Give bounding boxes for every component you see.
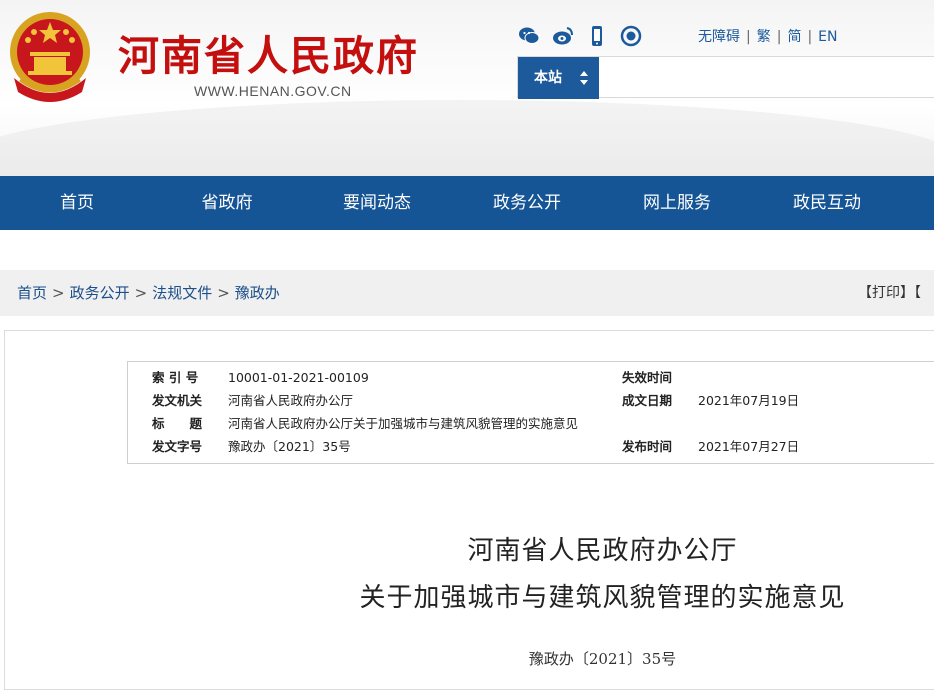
site-name: 河南省人民政府 (118, 32, 419, 80)
docno-label: 发文字号 (152, 439, 203, 454)
traditional-chinese-link[interactable]: 繁 (757, 29, 771, 45)
separator: | (746, 29, 751, 45)
breadcrumb-separator: > (217, 284, 230, 302)
metadata-row: 标 题 河南省人民政府办公厅关于加强城市与建筑风貌管理的实施意见 (128, 412, 934, 435)
nav-item-home[interactable]: 首页 (17, 176, 137, 230)
site-header: 河南省人民政府 WWW.HENAN.GOV.CN 无障碍 | 繁 | 简 | EN 本站 (0, 0, 934, 176)
nav-item-government-affairs[interactable]: 政务公开 (467, 176, 587, 230)
issuer-label: 发文机关 (152, 393, 203, 408)
document-metadata-table: 索 引 号 10001-01-2021-00109 失效时间 发文机关 河南省人… (127, 361, 934, 464)
mobile-icon[interactable] (586, 25, 608, 47)
nav-item-interaction[interactable]: 政民互动 (767, 176, 887, 230)
publish-value: 2021年07月27日 (698, 439, 800, 454)
document-title-line1: 河南省人民政府办公厅 (467, 536, 738, 566)
breadcrumb-regulations[interactable]: 法规文件 (152, 284, 212, 302)
breadcrumb-bar: 首页 > 政务公开 > 法规文件 > 豫政办 【打印】【 (0, 270, 934, 316)
english-link[interactable]: EN (818, 29, 837, 45)
nav-item-news[interactable]: 要闻动态 (317, 176, 437, 230)
main-nav: 首页 省政府 要闻动态 政务公开 网上服务 政民互动 (0, 176, 934, 230)
date-label: 成文日期 (622, 393, 673, 408)
breadcrumb: 首页 > 政务公开 > 法规文件 > 豫政办 (17, 270, 280, 316)
metadata-row: 索 引 号 10001-01-2021-00109 失效时间 (128, 366, 934, 389)
wechat-icon[interactable] (518, 25, 540, 47)
breadcrumb-separator: > (134, 284, 148, 302)
issuer-value: 河南省人民政府办公厅 (228, 393, 354, 408)
document-number: 豫政办〔2021〕35号 (528, 650, 677, 668)
national-emblem-icon (10, 12, 90, 102)
accessibility-link[interactable]: 无障碍 (698, 29, 740, 45)
search-box: 本站 (517, 56, 934, 99)
breadcrumb-government-affairs[interactable]: 政务公开 (70, 284, 130, 302)
search-scope-label: 本站 (534, 70, 562, 86)
language-switcher: 无障碍 | 繁 | 简 | EN (698, 26, 837, 46)
breadcrumb-separator: > (52, 284, 65, 302)
title-label: 标 题 (152, 416, 203, 431)
header-background-decoration (0, 100, 934, 176)
index-value: 10001-01-2021-00109 (228, 370, 369, 385)
nav-item-provincial-government[interactable]: 省政府 (167, 176, 287, 230)
expire-label: 失效时间 (622, 370, 673, 385)
nav-item-online-services[interactable]: 网上服务 (617, 176, 737, 230)
separator: | (776, 29, 782, 45)
metadata-row: 发文机关 河南省人民政府办公厅 成文日期 2021年07月19日 (128, 389, 934, 412)
weibo-icon[interactable] (552, 25, 574, 47)
document-title-line2: 关于加强城市与建筑风貌管理的实施意见 (359, 583, 846, 613)
breadcrumb-yuzhengban[interactable]: 豫政办 (235, 284, 280, 302)
search-input[interactable] (600, 58, 934, 98)
print-link[interactable]: 【打印】【 (858, 270, 921, 316)
podcast-icon[interactable] (620, 25, 642, 47)
docno-value: 豫政办〔2021〕35号 (228, 439, 351, 454)
social-links (518, 24, 642, 48)
index-label: 索 引 号 (152, 370, 199, 385)
separator: | (807, 29, 813, 45)
title-value: 河南省人民政府办公厅关于加强城市与建筑风貌管理的实施意见 (228, 416, 579, 431)
metadata-row: 发文字号 豫政办〔2021〕35号 发布时间 2021年07月27日 (128, 435, 934, 458)
date-value: 2021年07月19日 (698, 393, 800, 408)
simplified-chinese-link[interactable]: 简 (787, 29, 801, 45)
publish-label: 发布时间 (622, 439, 673, 454)
sort-caret-icon (580, 71, 588, 85)
search-scope-select[interactable]: 本站 (518, 57, 599, 99)
site-url: WWW.HENAN.GOV.CN (194, 83, 352, 99)
breadcrumb-home[interactable]: 首页 (17, 284, 47, 302)
